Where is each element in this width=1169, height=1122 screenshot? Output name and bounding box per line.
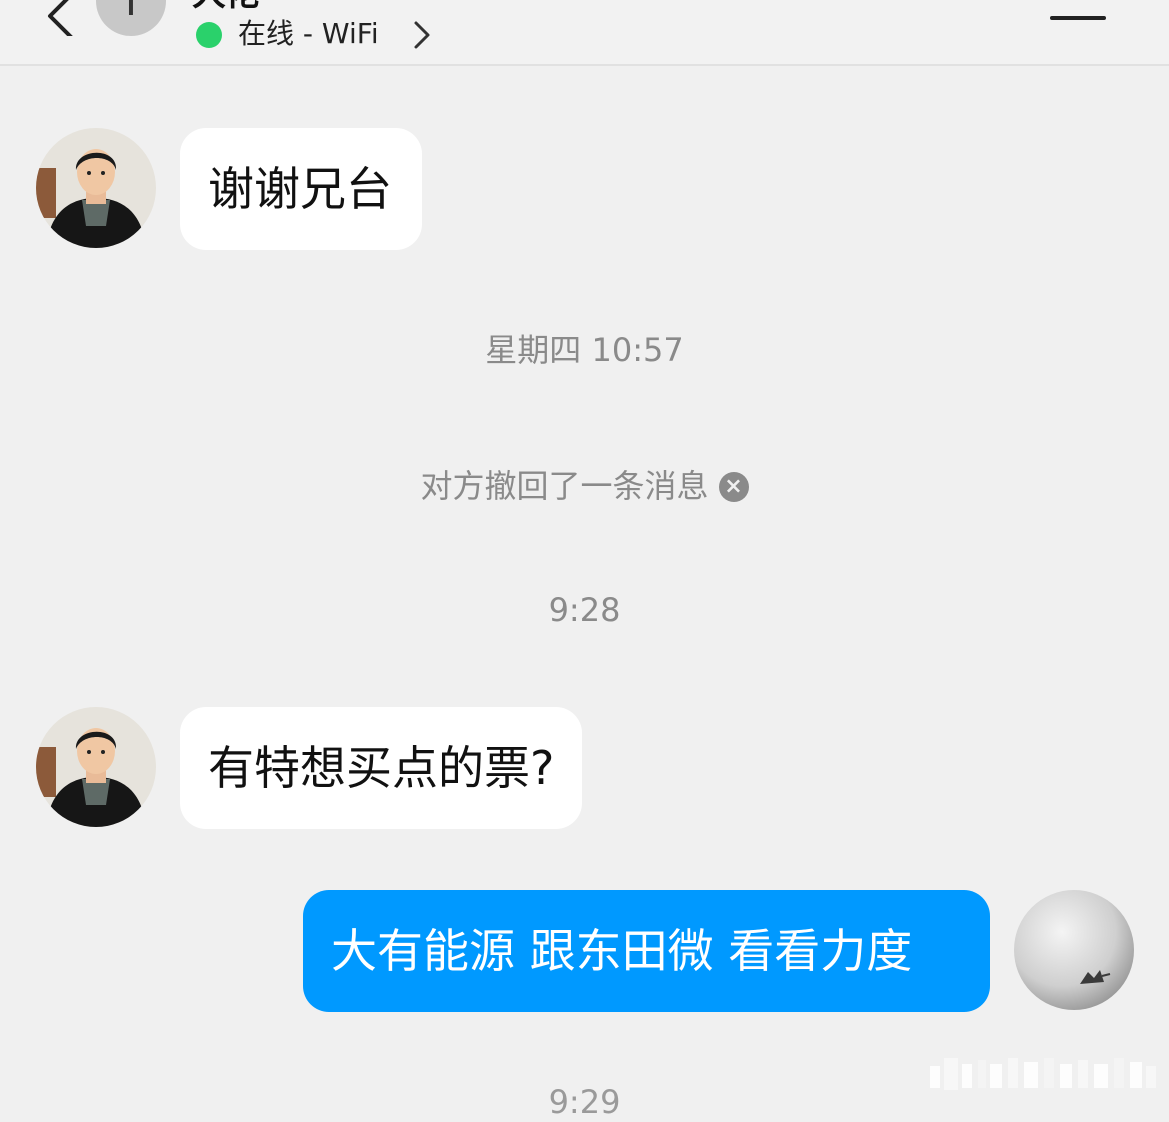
contact-avatar-photo[interactable]: [36, 707, 156, 827]
contact-name[interactable]: 大佬: [192, 0, 260, 14]
avatar-letter: T: [118, 0, 144, 25]
recalled-message-text: 对方撤回了一条消息: [420, 467, 709, 505]
landscape-photo-icon: [1014, 890, 1134, 1010]
message-bubble-incoming[interactable]: 有特想买点的票?: [180, 707, 583, 829]
chat-header: T 大佬 在线 - WiFi: [0, 0, 1169, 66]
online-status-text[interactable]: 在线 - WiFi: [238, 16, 379, 52]
contact-avatar[interactable]: T: [96, 0, 166, 36]
close-icon[interactable]: ×: [718, 472, 749, 502]
online-status-dot: [196, 22, 222, 48]
recalled-message-notice: 对方撤回了一条消息 ×: [0, 466, 1169, 506]
boy-portrait-icon: [36, 707, 156, 827]
message-timestamp: 星期四 10:57: [485, 331, 684, 369]
back-icon[interactable]: [40, 0, 88, 36]
chevron-right-icon[interactable]: [410, 20, 434, 50]
message-bubble-outgoing[interactable]: 大有能源 跟东田微 看看力度: [303, 890, 990, 1012]
watermark-bars: [930, 1058, 1156, 1090]
message-timestamp: 9:28: [548, 591, 621, 629]
menu-icon[interactable]: [1048, 0, 1108, 26]
boy-portrait-icon: [36, 128, 156, 248]
my-avatar[interactable]: [1014, 890, 1134, 1010]
contact-avatar-photo[interactable]: [36, 128, 156, 248]
message-bubble-incoming[interactable]: 谢谢兄台: [180, 128, 422, 250]
